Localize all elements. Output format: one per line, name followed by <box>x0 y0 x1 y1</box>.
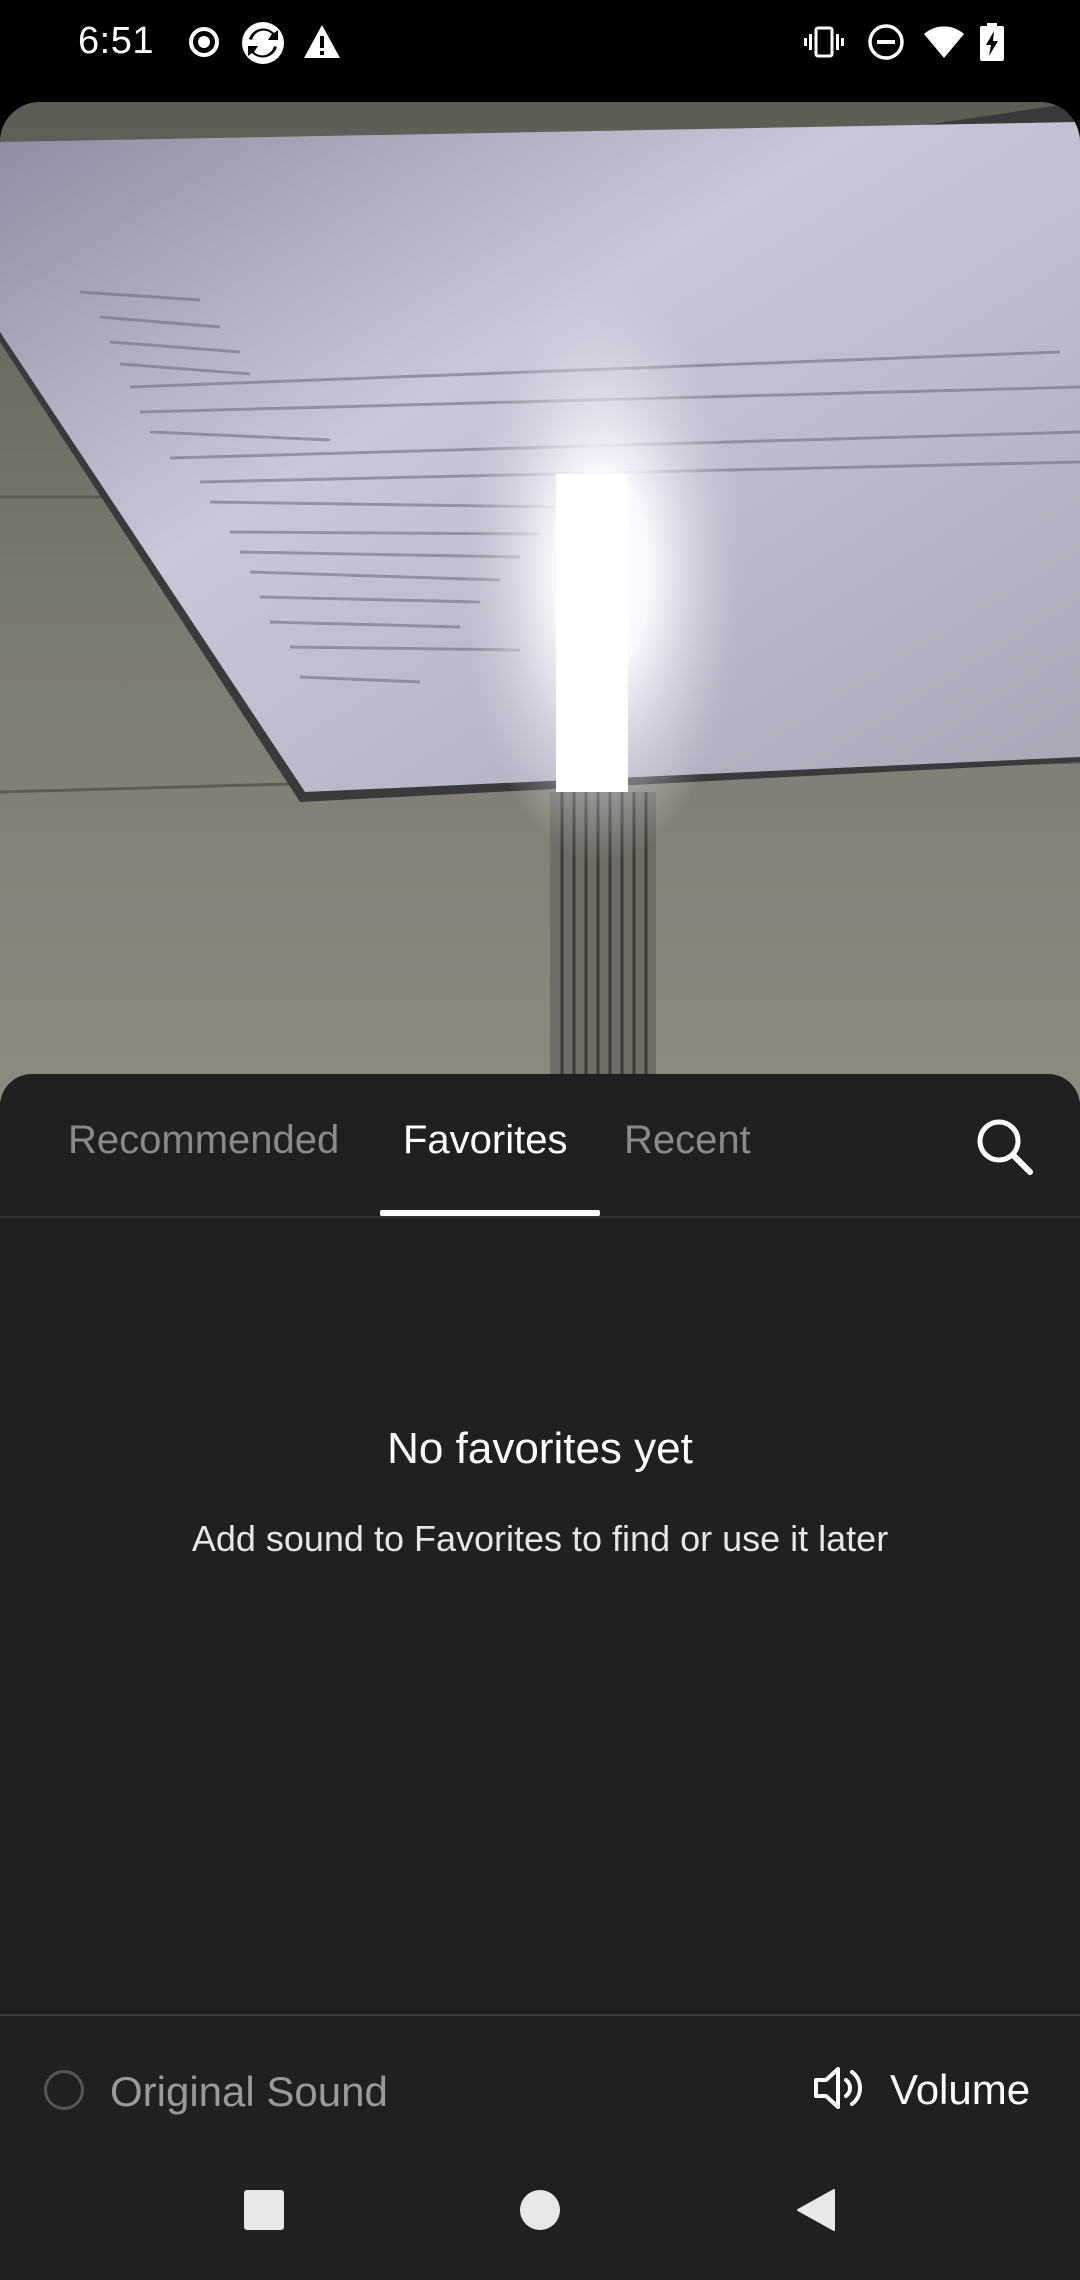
tab-recent[interactable]: Recent <box>624 1118 751 1163</box>
sound-tabs: Recommended Favorites Recent <box>0 1074 1080 1218</box>
original-sound-checkbox[interactable] <box>44 2070 84 2110</box>
back-triangle-icon[interactable] <box>792 2186 840 2234</box>
status-time: 6:51 <box>78 20 154 62</box>
status-bar: 6:51 <box>0 0 1080 100</box>
vibrate-icon <box>804 26 844 58</box>
camera-preview <box>0 102 1080 1102</box>
recents-square-icon[interactable] <box>240 2186 288 2234</box>
tab-favorites[interactable]: Favorites <box>403 1118 568 1163</box>
active-tab-indicator <box>380 1210 600 1216</box>
warning-icon <box>304 25 340 58</box>
search-icon[interactable] <box>972 1114 1036 1178</box>
home-circle-icon[interactable] <box>516 2186 564 2234</box>
sound-options-bar: Original Sound Volume <box>0 2014 1080 2156</box>
empty-state-subtitle: Add sound to Favorites to find or use it… <box>191 1518 889 1559</box>
tab-recommended[interactable]: Recommended <box>68 1118 339 1163</box>
record-icon <box>189 27 219 57</box>
battery-charging-icon <box>980 23 1004 61</box>
original-sound-label[interactable]: Original Sound <box>110 2068 388 2116</box>
screen: 6:51 Recommended Favorites Recent No fav… <box>0 0 1080 2280</box>
sound-picker-sheet: Recommended Favorites Recent No favorite… <box>0 1074 1080 2280</box>
sync-app-icon <box>242 22 284 64</box>
do-not-disturb-icon <box>868 24 904 60</box>
volume-button[interactable]: Volume <box>812 2060 1042 2120</box>
volume-label: Volume <box>890 2066 1031 2113</box>
navigation-bar <box>0 2140 1080 2280</box>
volume-icon <box>814 2067 862 2109</box>
camera-feed-image <box>0 102 1080 1102</box>
wifi-icon <box>924 26 964 58</box>
empty-state-title: No favorites yet <box>387 1424 693 1473</box>
